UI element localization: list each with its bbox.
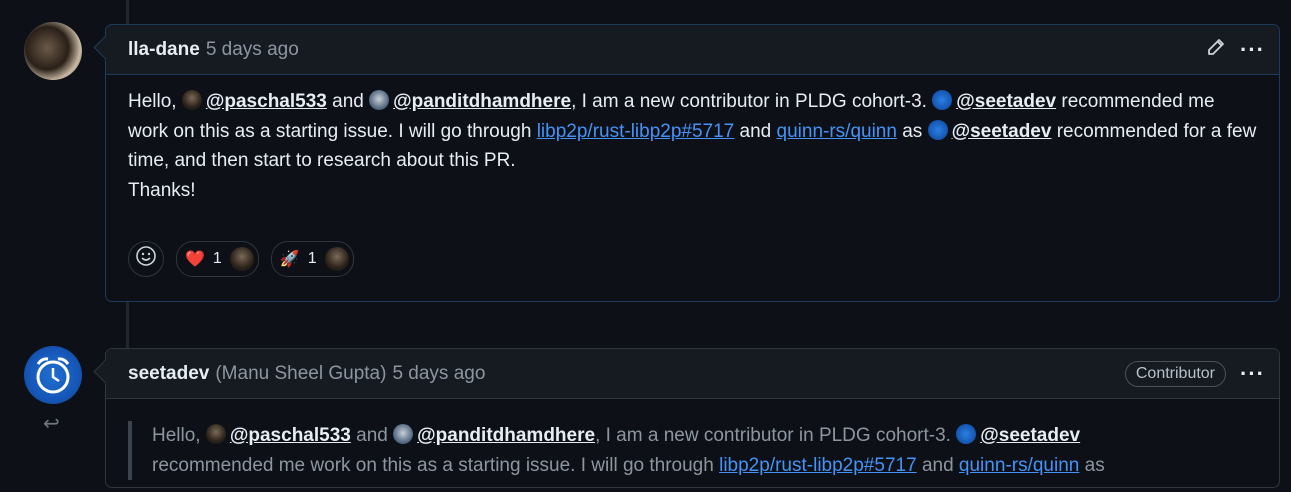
mention-seetadev[interactable]: @seetadev bbox=[980, 425, 1080, 446]
comment-author[interactable]: lla-dane bbox=[128, 39, 200, 61]
text: , I am a new contributor in PLDG cohort-… bbox=[595, 425, 951, 446]
rocket-icon: 🚀 bbox=[279, 251, 300, 268]
author-avatar[interactable] bbox=[24, 22, 82, 80]
mini-avatar bbox=[932, 90, 953, 110]
reaction-heart-button[interactable]: ❤️ 1 bbox=[176, 241, 259, 277]
reactor-avatar bbox=[229, 247, 254, 271]
kebab-icon[interactable]: ··· bbox=[1240, 37, 1265, 63]
comment-body: Hello, @paschal533 and @panditdhamdhere,… bbox=[106, 75, 1279, 217]
text: and bbox=[356, 425, 388, 446]
comment-header: seetadev (Manu Sheel Gupta) 5 days ago C… bbox=[106, 349, 1279, 399]
text: Thanks! bbox=[128, 179, 196, 201]
author-fullname: (Manu Sheel Gupta) bbox=[215, 362, 387, 384]
comment-body: Hello, @paschal533 and @panditdhamdhere,… bbox=[106, 399, 1279, 492]
mini-avatar bbox=[393, 424, 414, 444]
mini-avatar bbox=[927, 119, 948, 140]
mini-avatar bbox=[956, 424, 977, 444]
text: Hello, bbox=[128, 91, 177, 112]
reaction-count: 1 bbox=[307, 250, 317, 267]
comment-timestamp[interactable]: 5 days ago bbox=[392, 363, 485, 385]
text: and bbox=[332, 91, 364, 112]
issue-link[interactable]: libp2p/rust-libp2p#5717 bbox=[537, 121, 735, 142]
mini-avatar bbox=[205, 424, 226, 444]
text: and bbox=[739, 120, 772, 142]
reactions-bar: ❤️ 1 🚀 1 bbox=[128, 241, 354, 277]
mention-panditdhamdhere[interactable]: @panditdhamdhere bbox=[417, 425, 595, 446]
mention-paschal533[interactable]: @paschal533 bbox=[230, 425, 351, 446]
text: Hello, bbox=[152, 425, 201, 446]
comment-card: seetadev (Manu Sheel Gupta) 5 days ago C… bbox=[93, 348, 1280, 488]
reaction-count: 1 bbox=[212, 250, 222, 267]
reaction-rocket-button[interactable]: 🚀 1 bbox=[270, 241, 354, 277]
text: , I am a new contributor in PLDG cohort-… bbox=[571, 91, 927, 112]
reactor-avatar bbox=[324, 247, 349, 271]
repo-link[interactable]: quinn-rs/quinn bbox=[777, 121, 897, 142]
text: as bbox=[902, 120, 923, 142]
pencil-icon[interactable] bbox=[1206, 37, 1226, 63]
mention-seetadev[interactable]: @seetadev bbox=[956, 91, 1056, 112]
alarm-clock-icon bbox=[36, 357, 70, 394]
author-avatar[interactable] bbox=[24, 346, 82, 404]
comment-timestamp[interactable]: 5 days ago bbox=[206, 39, 299, 61]
repo-link[interactable]: quinn-rs/quinn bbox=[959, 455, 1079, 476]
reply-icon[interactable]: ↩ bbox=[43, 411, 60, 436]
issue-link[interactable]: libp2p/rust-libp2p#5717 bbox=[719, 455, 917, 476]
smiley-icon bbox=[135, 245, 157, 273]
heart-icon: ❤️ bbox=[185, 251, 205, 268]
contributor-badge: Contributor bbox=[1124, 360, 1227, 387]
text: and bbox=[921, 454, 954, 476]
comment-card: lla-dane 5 days ago ··· Hello, @paschal5… bbox=[93, 24, 1280, 302]
comment-header: lla-dane 5 days ago ··· bbox=[106, 25, 1279, 75]
kebab-icon[interactable]: ··· bbox=[1240, 361, 1265, 387]
add-reaction-button[interactable] bbox=[128, 241, 164, 277]
comment-author[interactable]: seetadev bbox=[128, 363, 209, 385]
mini-avatar bbox=[181, 90, 202, 110]
quoted-reply: Hello, @paschal533 and @panditdhamdhere,… bbox=[128, 421, 1257, 480]
text: recommended me work on this as a startin… bbox=[152, 454, 714, 476]
mini-avatar bbox=[369, 90, 390, 110]
mention-seetadev[interactable]: @seetadev bbox=[952, 121, 1052, 142]
mention-paschal533[interactable]: @paschal533 bbox=[206, 91, 327, 112]
text: as bbox=[1084, 454, 1105, 476]
mention-panditdhamdhere[interactable]: @panditdhamdhere bbox=[393, 91, 571, 112]
